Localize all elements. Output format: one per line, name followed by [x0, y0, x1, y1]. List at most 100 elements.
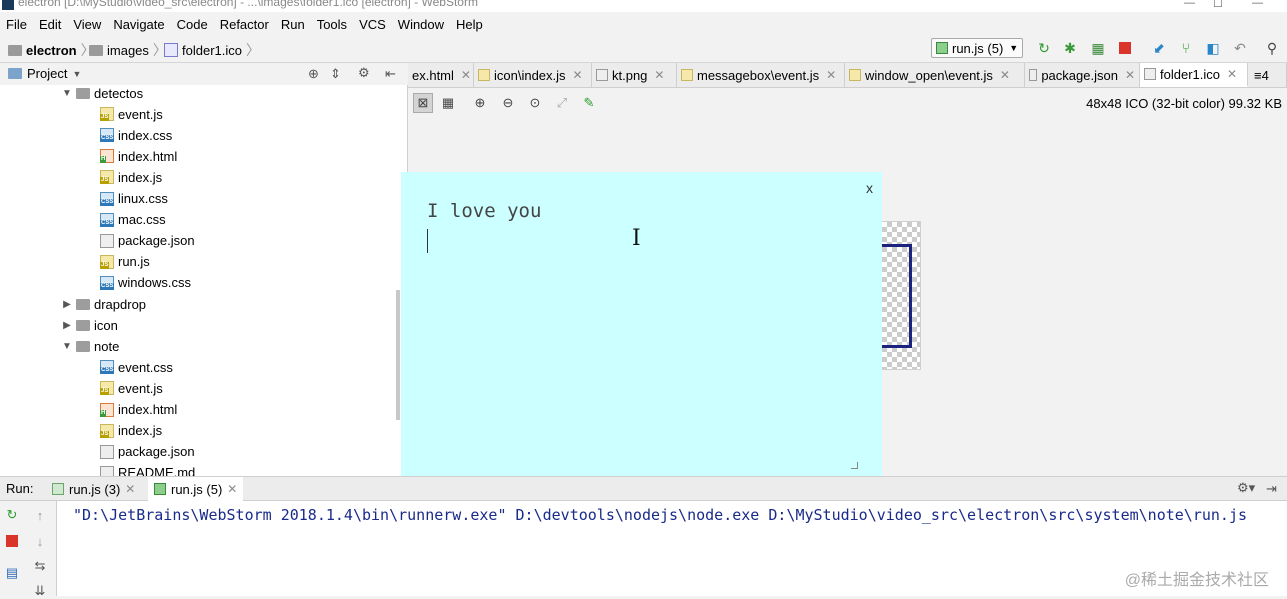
menu-item-window[interactable]: Window — [392, 17, 450, 32]
editor-tab[interactable]: window_open\event.js ✕ — [845, 63, 1025, 87]
menu-item-tools[interactable]: Tools — [311, 17, 353, 32]
tree-file[interactable]: CSS windows.css — [100, 273, 191, 293]
editor-tab[interactable]: folder1.ico ✕ — [1140, 63, 1248, 87]
menu-item-code[interactable]: Code — [171, 17, 214, 32]
close-tab-icon[interactable]: ✕ — [573, 68, 583, 82]
tree-file[interactable]: JS index.js — [100, 167, 162, 187]
close-tab-icon[interactable]: ✕ — [1000, 68, 1010, 82]
maximize-icon[interactable]: ☐ — [1213, 0, 1223, 10]
menu-item-run[interactable]: Run — [275, 17, 311, 32]
css-file-icon: CSS — [100, 212, 115, 227]
background-toggle-icon[interactable]: ⊠ — [413, 93, 433, 113]
editor-tab[interactable]: ex.html ✕ — [408, 63, 474, 87]
gear-icon[interactable]: ⚙▾ — [1237, 480, 1255, 496]
tree-folder[interactable]: ▶ drapdrop — [62, 294, 146, 314]
run-tab[interactable]: run.js (3) ✕ — [46, 477, 141, 501]
tree-file[interactable]: README.md — [100, 463, 195, 476]
arrow-down-icon[interactable]: ↓ — [32, 533, 48, 549]
coverage-icon[interactable]: ▦ — [1090, 40, 1106, 56]
run-tab[interactable]: run.js (5) ✕ — [148, 477, 244, 501]
close-tab-icon[interactable]: ✕ — [654, 68, 664, 82]
run-console[interactable]: "D:\JetBrains\WebStorm 2018.1.4\bin\runn… — [57, 501, 1287, 596]
menu-item-refactor[interactable]: Refactor — [214, 17, 275, 32]
actual-size-icon[interactable]: ⊙ — [527, 95, 543, 111]
tree-folder[interactable]: ▶ icon — [62, 315, 118, 335]
menu-item-edit[interactable]: Edit — [33, 17, 67, 32]
menu-item-navigate[interactable]: Navigate — [107, 17, 170, 32]
close-tab-icon[interactable]: ✕ — [227, 482, 237, 496]
tree-file[interactable]: CSS linux.css — [100, 189, 168, 209]
tree-file[interactable]: JS event.js — [100, 378, 163, 398]
stop-icon[interactable] — [4, 533, 20, 549]
tree-file[interactable]: JS event.js — [100, 104, 163, 124]
resize-grip-icon[interactable] — [851, 462, 858, 469]
close-button[interactable]: x — [866, 180, 873, 196]
fit-zoom-icon[interactable]: ⤢ — [554, 95, 570, 111]
soft-wrap-icon[interactable]: ⇆ — [32, 558, 48, 574]
editor-tab[interactable]: messagebox\event.js ✕ — [677, 63, 845, 87]
grid-toggle-icon[interactable]: ▦ — [440, 95, 456, 111]
editor-tab[interactable]: icon\index.js ✕ — [474, 63, 592, 87]
watermark: @稀土掘金技术社区 — [1124, 572, 1269, 589]
menu-item-file[interactable]: File — [0, 17, 33, 32]
project-view-select[interactable]: Project ▼ — [8, 66, 81, 81]
chevron-down-icon[interactable]: ▼ — [62, 88, 72, 99]
run-configuration-select[interactable]: run.js (5) ▼ — [931, 38, 1023, 58]
minimize-icon[interactable]: — — [1184, 0, 1195, 9]
chevron-right-icon[interactable]: ▶ — [62, 320, 72, 331]
html-file-icon: H — [100, 402, 114, 417]
tree-file[interactable]: JS index.js — [100, 421, 162, 441]
tree-file[interactable]: Hindex.html — [100, 400, 177, 420]
collapse-all-icon[interactable]: ⇕ — [330, 66, 341, 82]
rerun-icon[interactable]: ↻ — [4, 507, 20, 523]
search-icon[interactable]: ⚲ — [1264, 40, 1280, 56]
close-tab-icon[interactable]: ✕ — [1125, 68, 1135, 82]
tree-file[interactable]: package.json — [100, 231, 195, 251]
hide-panel-icon[interactable]: ⇥ — [1266, 481, 1277, 497]
chevron-down-icon[interactable]: ▼ — [62, 341, 72, 352]
tree-file[interactable]: CSS index.css — [100, 125, 172, 145]
tree-file[interactable]: CSS event.css — [100, 357, 173, 377]
menu-item-help[interactable]: Help — [450, 17, 489, 32]
editor-tab[interactable]: package.json ✕ — [1025, 63, 1140, 87]
tree-file[interactable]: JS run.js — [100, 252, 150, 272]
menu-item-view[interactable]: View — [67, 17, 107, 32]
vcs-compare-icon[interactable]: ◧ — [1205, 40, 1221, 56]
zoom-out-icon[interactable]: ⊖ — [500, 95, 516, 111]
revert-icon[interactable]: ↶ — [1232, 40, 1248, 56]
breadcrumb-item-images[interactable]: images 〉 — [89, 40, 167, 60]
tree-scrollbar[interactable] — [396, 290, 400, 420]
tree-folder[interactable]: ▼ detectos — [62, 85, 143, 103]
file-icon — [849, 69, 861, 81]
vcs-commit-icon[interactable]: ⑂ — [1178, 40, 1194, 56]
close-tab-icon[interactable]: ✕ — [826, 68, 836, 82]
chevron-right-icon[interactable]: ▶ — [62, 299, 72, 310]
gear-icon[interactable]: ⚙ — [358, 65, 370, 81]
vcs-update-icon[interactable]: ⬋ — [1151, 40, 1167, 56]
tree-file[interactable]: Hindex.html — [100, 146, 177, 166]
stop-icon[interactable] — [1117, 40, 1133, 56]
editor-tab[interactable]: kt.png ✕ — [592, 63, 677, 87]
breadcrumb-item-file[interactable]: folder1.ico 〉 — [164, 40, 260, 60]
menu-item-vcs[interactable]: VCS — [353, 17, 392, 32]
close-tab-icon[interactable]: ✕ — [125, 482, 135, 496]
tree-file[interactable]: CSS mac.css — [100, 210, 166, 230]
arrow-up-icon[interactable]: ↑ — [32, 507, 48, 523]
close-tab-icon[interactable]: ✕ — [461, 68, 471, 82]
tree-folder[interactable]: ▼ note — [62, 336, 119, 356]
scroll-to-end-icon[interactable]: ⇊ — [32, 583, 48, 599]
breadcrumb-item-electron[interactable]: electron 〉 — [8, 40, 95, 60]
hide-panel-icon[interactable]: ⇤ — [385, 66, 396, 82]
debug-icon[interactable]: ✱ — [1062, 40, 1078, 56]
zoom-in-icon[interactable]: ⊕ — [472, 95, 488, 111]
tree-file[interactable]: package.json — [100, 442, 195, 462]
color-picker-icon[interactable]: ✎ — [581, 95, 597, 111]
console-output-line: "D:\JetBrains\WebStorm 2018.1.4\bin\runn… — [73, 506, 1247, 524]
close-tab-icon[interactable]: ✕ — [1227, 67, 1237, 81]
rerun-icon[interactable]: ↻ — [1036, 40, 1052, 56]
close-window-icon[interactable]: — — [1252, 0, 1263, 9]
note-text[interactable]: I love you — [427, 200, 541, 222]
editor-tab[interactable]: ≡4 — [1250, 63, 1287, 87]
layout-icon[interactable]: ▤ — [4, 565, 20, 581]
scroll-from-source-icon[interactable]: ⊕ — [308, 66, 319, 82]
